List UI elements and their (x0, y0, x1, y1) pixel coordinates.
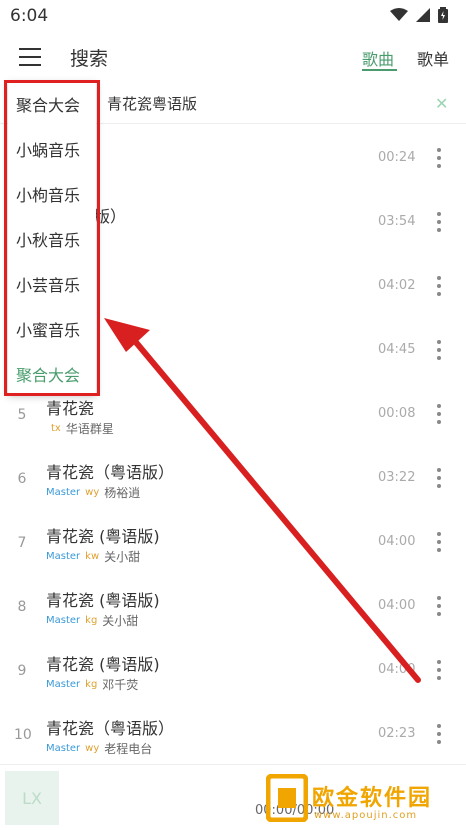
source-tag: kw (85, 551, 100, 562)
song-row[interactable]: 8 青花瓷 (粤语版) Master kg 关小甜 04:00 (0, 574, 466, 638)
active-tab-indicator (362, 69, 397, 71)
source-tag: wy (85, 743, 100, 754)
song-title: 青花瓷 (粤语版) (46, 591, 160, 610)
more-options-icon[interactable] (432, 658, 446, 682)
more-options-icon[interactable] (432, 338, 446, 362)
more-options-icon[interactable] (432, 530, 446, 554)
song-row[interactable]: 6 青花瓷（粤语版） Master wy 杨裕逍 03:22 (0, 446, 466, 510)
song-index: 10 (14, 727, 32, 743)
song-artist: 杨裕逍 (104, 486, 141, 500)
song-meta: Master wy 老程电台 (46, 740, 152, 757)
tab-playlists[interactable]: 歌单 (417, 46, 449, 70)
song-duration: 00:08 (378, 406, 416, 421)
song-row[interactable]: 10 青花瓷（粤语版） Master wy 老程电台 02:23 (0, 702, 466, 766)
source-tag: tx (51, 423, 61, 434)
song-duration: 04:00 (378, 598, 416, 613)
watermark-url: www.apoujin.com (314, 810, 418, 821)
source-tag: kg (85, 679, 98, 690)
more-options-icon[interactable] (432, 402, 446, 426)
song-row[interactable]: 7 青花瓷 (粤语版) Master kw 关小甜 04:00 (0, 510, 466, 574)
song-index: 6 (17, 471, 27, 487)
song-title: 青花瓷 (46, 399, 95, 418)
song-index: 5 (17, 407, 27, 423)
more-options-icon[interactable] (432, 210, 446, 234)
wifi-icon (390, 8, 408, 21)
tab-songs[interactable]: 歌曲 (362, 46, 394, 70)
quality-tag: Master (46, 551, 81, 562)
song-row[interactable]: 9 青花瓷 (粤语版) Master kg 邓千荧 04:00 (0, 638, 466, 702)
more-options-icon[interactable] (432, 146, 446, 170)
source-tag: kg (85, 615, 98, 626)
watermark-logo-icon (266, 774, 308, 822)
song-index: 7 (17, 535, 27, 551)
song-index: 8 (17, 599, 27, 615)
song-title: 青花瓷（粤语版） (46, 719, 175, 738)
menu-icon[interactable] (19, 48, 41, 66)
more-options-icon[interactable] (432, 466, 446, 490)
song-duration: 04:00 (378, 534, 416, 549)
page-title: 搜索 (70, 48, 109, 70)
quality-tag: Master (46, 487, 81, 498)
more-options-icon[interactable] (432, 274, 446, 298)
song-artist: 邓千荧 (102, 678, 139, 692)
song-title: 青花瓷 (粤语版) (46, 527, 160, 546)
more-options-icon[interactable] (432, 594, 446, 618)
status-bar: 6:04 (0, 0, 466, 34)
more-options-icon[interactable] (432, 722, 446, 746)
quality-tag: Master (46, 679, 81, 690)
song-artist: 老程电台 (104, 742, 153, 756)
song-duration: 00:24 (378, 150, 416, 165)
highlight-box (4, 80, 100, 396)
song-artist: 关小甜 (104, 550, 141, 564)
song-meta: Master kg 关小甜 (46, 612, 138, 629)
album-cover[interactable]: LX (5, 771, 59, 825)
song-title: 青花瓷 (粤语版) (46, 655, 160, 674)
status-time: 6:04 (10, 6, 49, 26)
song-meta: tx 华语群星 (46, 420, 114, 437)
song-meta: Master kg 邓千荧 (46, 676, 138, 693)
song-duration: 02:23 (378, 726, 416, 741)
song-index: 9 (17, 663, 27, 679)
close-icon[interactable]: ✕ (435, 94, 448, 113)
song-meta: Master kw 关小甜 (46, 548, 140, 565)
watermark: 欧金软件园 www.apoujin.com (264, 770, 462, 828)
top-bar: 搜索 歌曲 歌单 (0, 34, 466, 80)
signal-icon (416, 8, 430, 22)
quality-tag: Master (46, 615, 81, 626)
song-artist: 关小甜 (102, 614, 139, 628)
song-duration: 04:45 (378, 342, 416, 357)
song-title: 青花瓷（粤语版） (46, 463, 175, 482)
song-duration: 04:00 (378, 662, 416, 677)
watermark-text: 欧金软件园 (312, 786, 433, 811)
song-duration: 04:02 (378, 278, 416, 293)
song-artist: 华语群星 (65, 422, 114, 436)
song-meta: Master wy 杨裕逍 (46, 484, 140, 501)
song-duration: 03:22 (378, 470, 416, 485)
quality-tag: Master (46, 743, 81, 754)
song-duration: 03:54 (378, 214, 416, 229)
battery-icon (438, 7, 448, 23)
search-input[interactable]: 青花瓷粤语版 (107, 93, 197, 114)
source-tag: wy (85, 487, 100, 498)
